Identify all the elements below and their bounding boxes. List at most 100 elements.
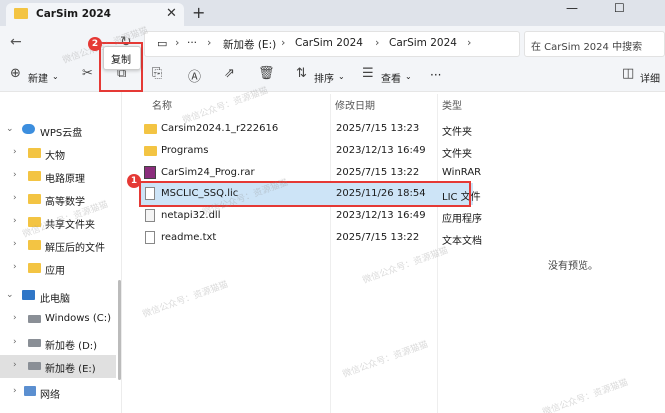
chevron-right-icon: › bbox=[175, 36, 180, 49]
folder-icon bbox=[28, 194, 41, 204]
watermark: 微信公众号：资源猫猫 bbox=[141, 279, 230, 321]
chevron-right-icon[interactable]: › bbox=[13, 360, 17, 370]
paste-icon[interactable]: ⎘ bbox=[152, 66, 162, 81]
sidebar-item-label: 新加卷 (D:) bbox=[45, 341, 98, 352]
file-date: 2025/7/15 13:23 bbox=[336, 123, 420, 134]
file-type: 文本文档 bbox=[442, 236, 482, 247]
new-tab-icon[interactable]: + bbox=[192, 3, 205, 22]
folder-icon bbox=[28, 263, 41, 273]
text-file-icon bbox=[145, 231, 155, 244]
sidebar-item-network[interactable]: › 网络 bbox=[0, 381, 120, 404]
sidebar-item-label: Windows (C:) bbox=[45, 313, 111, 324]
share-icon[interactable]: ⇗ bbox=[224, 66, 235, 81]
back-icon[interactable]: ← bbox=[10, 34, 22, 50]
cloud-icon bbox=[22, 124, 35, 134]
network-icon bbox=[24, 386, 36, 396]
delete-icon[interactable]: 🗑 bbox=[258, 66, 275, 81]
maximize-icon[interactable]: ☐ bbox=[614, 1, 625, 15]
breadcrumb[interactable]: ▭ › ··· › 新加卷 (E:) › CarSim 2024 › CarSi… bbox=[144, 31, 520, 57]
chevron-right-icon[interactable]: › bbox=[13, 193, 17, 203]
chevron-down-icon[interactable]: ⌄ bbox=[6, 124, 14, 134]
drive-icon bbox=[28, 315, 41, 323]
sidebar-item-label: 大物 bbox=[45, 151, 65, 162]
search-input[interactable]: 在 CarSim 2024 中搜索 bbox=[524, 31, 665, 57]
folder-icon bbox=[28, 171, 41, 181]
sort-button[interactable]: 排序 bbox=[314, 70, 334, 85]
computer-icon bbox=[22, 290, 35, 300]
file-row[interactable]: netapi32.dll 2023/12/13 16:49 应用程序 bbox=[140, 205, 482, 227]
sort-icon[interactable]: ⇅ bbox=[296, 66, 307, 81]
sidebar-item-label: 电路原理 bbox=[45, 174, 85, 185]
minimize-icon[interactable]: — bbox=[566, 1, 578, 15]
drive-icon bbox=[28, 339, 41, 347]
breadcrumb-item[interactable]: 新加卷 (E:) bbox=[223, 37, 276, 52]
folder-icon bbox=[14, 8, 28, 19]
new-button[interactable]: 新建 bbox=[28, 70, 48, 85]
file-type: WinRAR bbox=[442, 167, 482, 178]
breadcrumb-item[interactable]: CarSim 2024 bbox=[389, 37, 457, 49]
folder-icon bbox=[28, 148, 41, 158]
chevron-down-icon: ⌄ bbox=[52, 72, 59, 81]
sidebar-item-circuit[interactable]: › 电路原理 bbox=[0, 165, 120, 188]
sidebar-item-apps[interactable]: › 应用 bbox=[0, 257, 120, 280]
view-icon[interactable]: ☰ bbox=[362, 66, 374, 81]
archive-icon bbox=[144, 166, 156, 179]
sidebar-item-label: 解压后的文件 bbox=[45, 243, 105, 254]
sidebar-item-label: 应用 bbox=[45, 266, 65, 277]
sidebar-item-extracted[interactable]: › 解压后的文件 bbox=[0, 234, 120, 257]
tab-bar: CarSim 2024 ✕ + — ☐ bbox=[0, 0, 665, 26]
selected-file-highlight-box bbox=[139, 181, 471, 207]
column-header-type[interactable]: 类型 bbox=[442, 97, 462, 112]
close-tab-icon[interactable]: ✕ bbox=[166, 6, 177, 21]
tab-carsim[interactable]: CarSim 2024 ✕ bbox=[6, 3, 184, 26]
sidebar-item-drive-d[interactable]: › 新加卷 (D:) bbox=[0, 332, 120, 355]
plus-icon[interactable]: ⊕ bbox=[10, 66, 21, 81]
chevron-right-icon[interactable]: › bbox=[13, 147, 17, 157]
chevron-right-icon[interactable]: › bbox=[13, 216, 17, 226]
folder-icon bbox=[144, 124, 157, 134]
chevron-right-icon: › bbox=[375, 36, 380, 49]
sidebar-item-drive-e[interactable]: › 新加卷 (E:) bbox=[0, 355, 116, 378]
file-name: Carsim2024.1_r222616 bbox=[161, 123, 279, 134]
view-button[interactable]: 查看 bbox=[381, 70, 401, 85]
dll-icon bbox=[145, 209, 155, 222]
column-header-date[interactable]: 修改日期 bbox=[335, 97, 375, 112]
file-type: 文件夹 bbox=[442, 127, 472, 138]
file-row[interactable]: readme.txt 2025/7/15 13:22 文本文档 bbox=[140, 227, 482, 249]
chevron-right-icon[interactable]: › bbox=[13, 386, 17, 396]
column-header-name[interactable]: 名称 bbox=[152, 97, 172, 112]
folder-icon bbox=[28, 240, 41, 250]
more-options-button[interactable]: ··· bbox=[430, 68, 441, 82]
chevron-right-icon[interactable]: › bbox=[13, 313, 17, 323]
breadcrumb-ellipsis[interactable]: ··· bbox=[187, 37, 197, 49]
sidebar-item-wps[interactable]: ⌄ WPS云盘 bbox=[0, 119, 120, 142]
sidebar-item-this-pc[interactable]: ⌄ 此电脑 bbox=[0, 285, 120, 308]
file-type: 应用程序 bbox=[442, 214, 482, 225]
chevron-down-icon: ⌄ bbox=[338, 72, 345, 81]
sidebar-scrollbar[interactable] bbox=[118, 280, 121, 380]
breadcrumb-item[interactable]: CarSim 2024 bbox=[295, 37, 363, 49]
details-pane-icon[interactable]: ◫ bbox=[622, 66, 634, 81]
copy-tooltip: 复制 bbox=[103, 46, 141, 70]
chevron-right-icon[interactable]: › bbox=[13, 170, 17, 180]
file-name: Programs bbox=[161, 145, 209, 156]
chevron-right-icon[interactable]: › bbox=[13, 337, 17, 347]
chevron-right-icon: › bbox=[467, 36, 472, 49]
sidebar-item-drive-c[interactable]: › Windows (C:) bbox=[0, 308, 120, 331]
chevron-right-icon: › bbox=[281, 36, 286, 49]
chevron-right-icon[interactable]: › bbox=[13, 239, 17, 249]
chevron-down-icon: ⌄ bbox=[405, 72, 412, 81]
file-date: 2025/7/15 13:22 bbox=[336, 167, 420, 178]
cut-icon[interactable]: ✂ bbox=[82, 66, 93, 81]
search-placeholder: 在 CarSim 2024 中搜索 bbox=[531, 42, 643, 53]
sidebar-item-dawu[interactable]: › 大物 bbox=[0, 142, 120, 165]
sidebar-item-label: 网络 bbox=[40, 390, 60, 401]
rename-icon[interactable]: Ⓐ bbox=[188, 66, 201, 85]
file-name: readme.txt bbox=[161, 232, 217, 243]
chevron-down-icon[interactable]: ⌄ bbox=[6, 290, 14, 300]
tab-title: CarSim 2024 bbox=[36, 8, 111, 20]
file-date: 2025/7/15 13:22 bbox=[336, 232, 420, 243]
file-row[interactable]: Programs 2023/12/13 16:49 文件夹 bbox=[140, 140, 473, 162]
details-button[interactable]: 详细 bbox=[640, 70, 660, 85]
chevron-right-icon[interactable]: › bbox=[13, 262, 17, 272]
